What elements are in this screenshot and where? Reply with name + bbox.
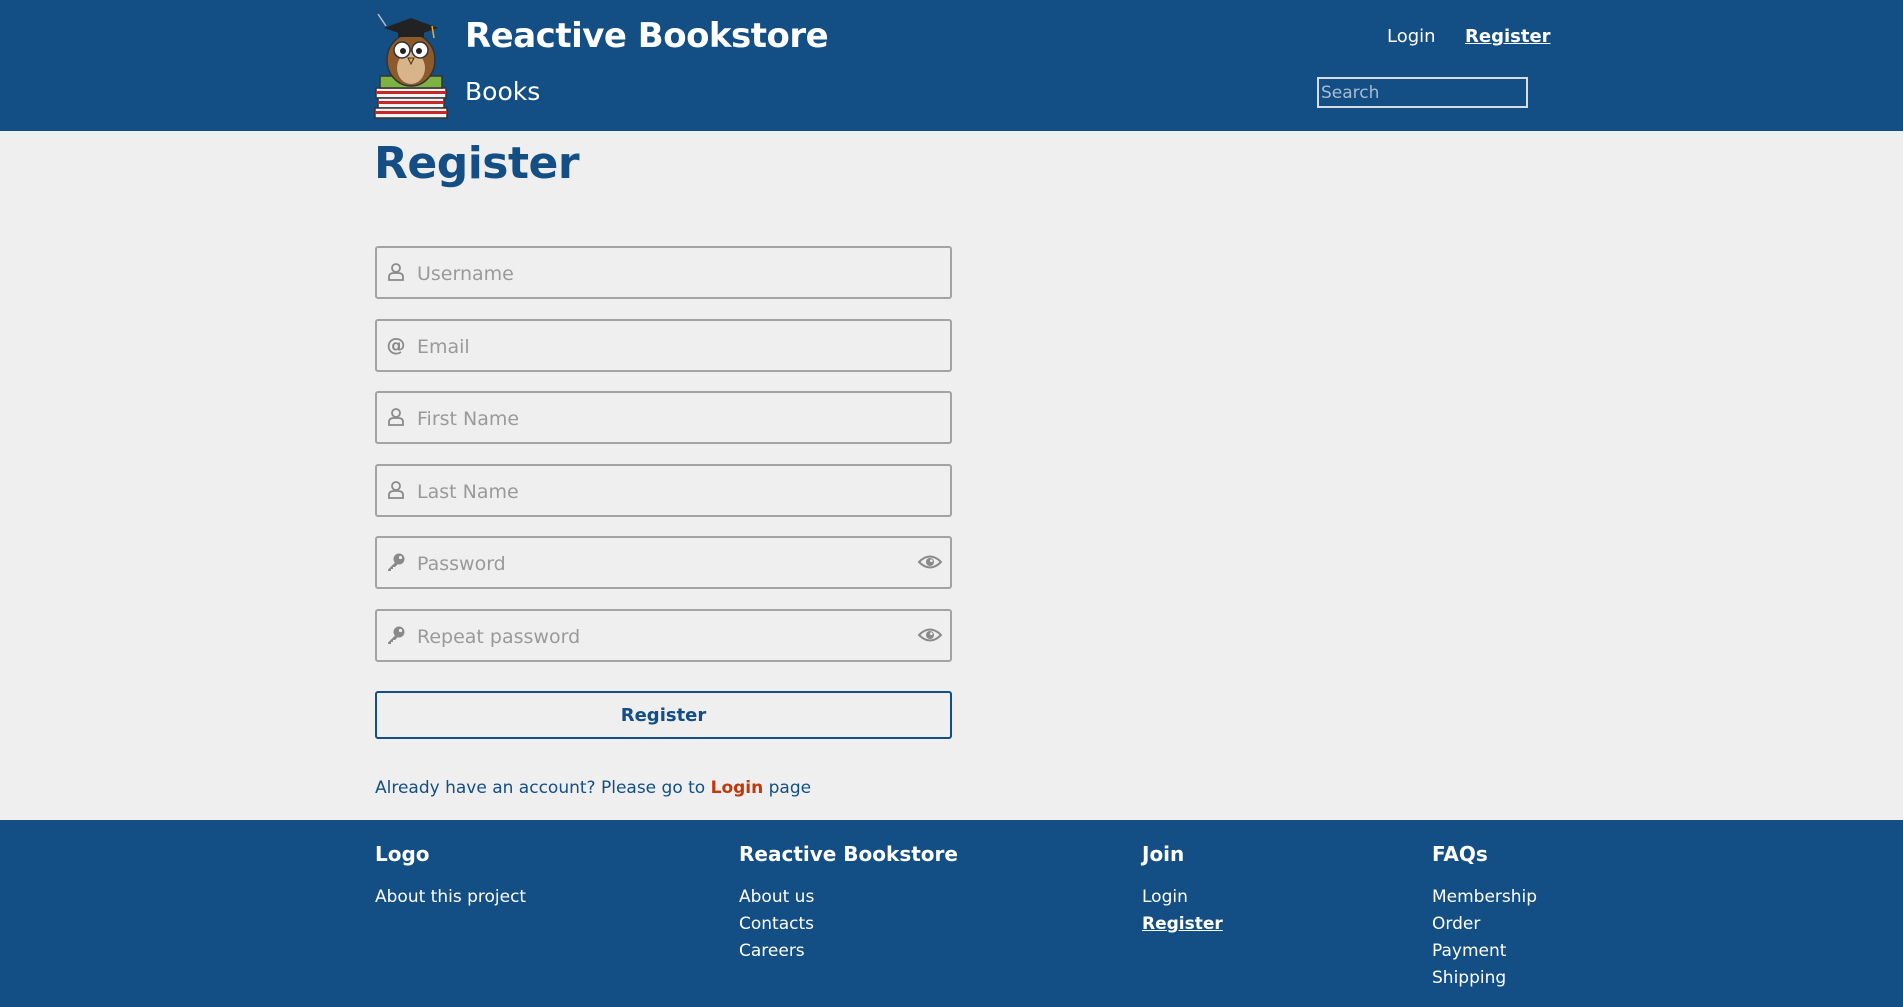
at-icon: @ xyxy=(387,335,406,355)
svg-text:@: @ xyxy=(387,335,406,355)
footer-heading: Join xyxy=(1142,842,1185,866)
footer-link-membership[interactable]: Membership xyxy=(1432,884,1537,911)
login-prompt-suffix: page xyxy=(763,778,812,798)
login-prompt: Already have an account? Please go to Lo… xyxy=(375,778,811,798)
username-input[interactable] xyxy=(415,248,899,299)
first-name-field[interactable] xyxy=(375,391,952,444)
footer-link-careers[interactable]: Careers xyxy=(739,938,958,965)
owl-logo[interactable] xyxy=(374,12,448,120)
site-title[interactable]: Reactive Bookstore xyxy=(465,16,829,56)
page-title: Register xyxy=(374,138,580,189)
footer-column-logo: Logo About this project xyxy=(375,842,526,911)
login-prompt-prefix: Already have an account? Please go to xyxy=(375,778,711,798)
footer-column-bookstore: Reactive Bookstore About us Contacts Car… xyxy=(739,842,958,965)
footer-heading: FAQs xyxy=(1432,842,1488,866)
key-icon xyxy=(388,553,405,571)
footer-heading: Logo xyxy=(375,842,430,866)
footer-link-register[interactable]: Register xyxy=(1142,911,1223,938)
password-input[interactable] xyxy=(415,538,899,589)
email-input[interactable] xyxy=(415,321,899,372)
first-name-input[interactable] xyxy=(415,393,899,444)
last-name-input[interactable] xyxy=(415,466,899,517)
user-icon xyxy=(388,408,404,426)
repeat-password-input[interactable] xyxy=(415,611,899,662)
search-input[interactable] xyxy=(1317,77,1528,108)
login-link[interactable]: Login xyxy=(711,778,764,798)
footer-link-login[interactable]: Login xyxy=(1142,884,1223,911)
footer-link-shipping[interactable]: Shipping xyxy=(1432,965,1537,992)
repeat-password-field[interactable] xyxy=(375,609,952,662)
header-register-link[interactable]: Register xyxy=(1465,26,1551,47)
register-button[interactable]: Register xyxy=(375,691,952,739)
email-field[interactable]: @ xyxy=(375,319,952,372)
footer-link-about-us[interactable]: About us xyxy=(739,884,958,911)
user-icon xyxy=(388,481,404,499)
password-field[interactable] xyxy=(375,536,952,589)
footer-link-order[interactable]: Order xyxy=(1432,911,1537,938)
footer-column-faqs: FAQs Membership Order Payment Shipping xyxy=(1432,842,1537,992)
header-login-link[interactable]: Login xyxy=(1387,26,1436,47)
footer-heading: Reactive Bookstore xyxy=(739,842,958,866)
eye-icon[interactable] xyxy=(918,553,942,571)
username-field[interactable] xyxy=(375,246,952,299)
last-name-field[interactable] xyxy=(375,464,952,517)
user-icon xyxy=(388,263,404,281)
eye-icon[interactable] xyxy=(918,626,942,644)
footer-column-join: Join Login Register xyxy=(1142,842,1223,938)
footer-link-contacts[interactable]: Contacts xyxy=(739,911,958,938)
footer-link-about-project[interactable]: About this project xyxy=(375,884,526,911)
site-header: Reactive Bookstore Books Login Register xyxy=(0,0,1903,131)
footer-link-payment[interactable]: Payment xyxy=(1432,938,1537,965)
key-icon xyxy=(388,626,405,644)
nav-books-link[interactable]: Books xyxy=(465,77,540,106)
site-footer: Logo About this project Reactive Booksto… xyxy=(0,820,1903,1007)
